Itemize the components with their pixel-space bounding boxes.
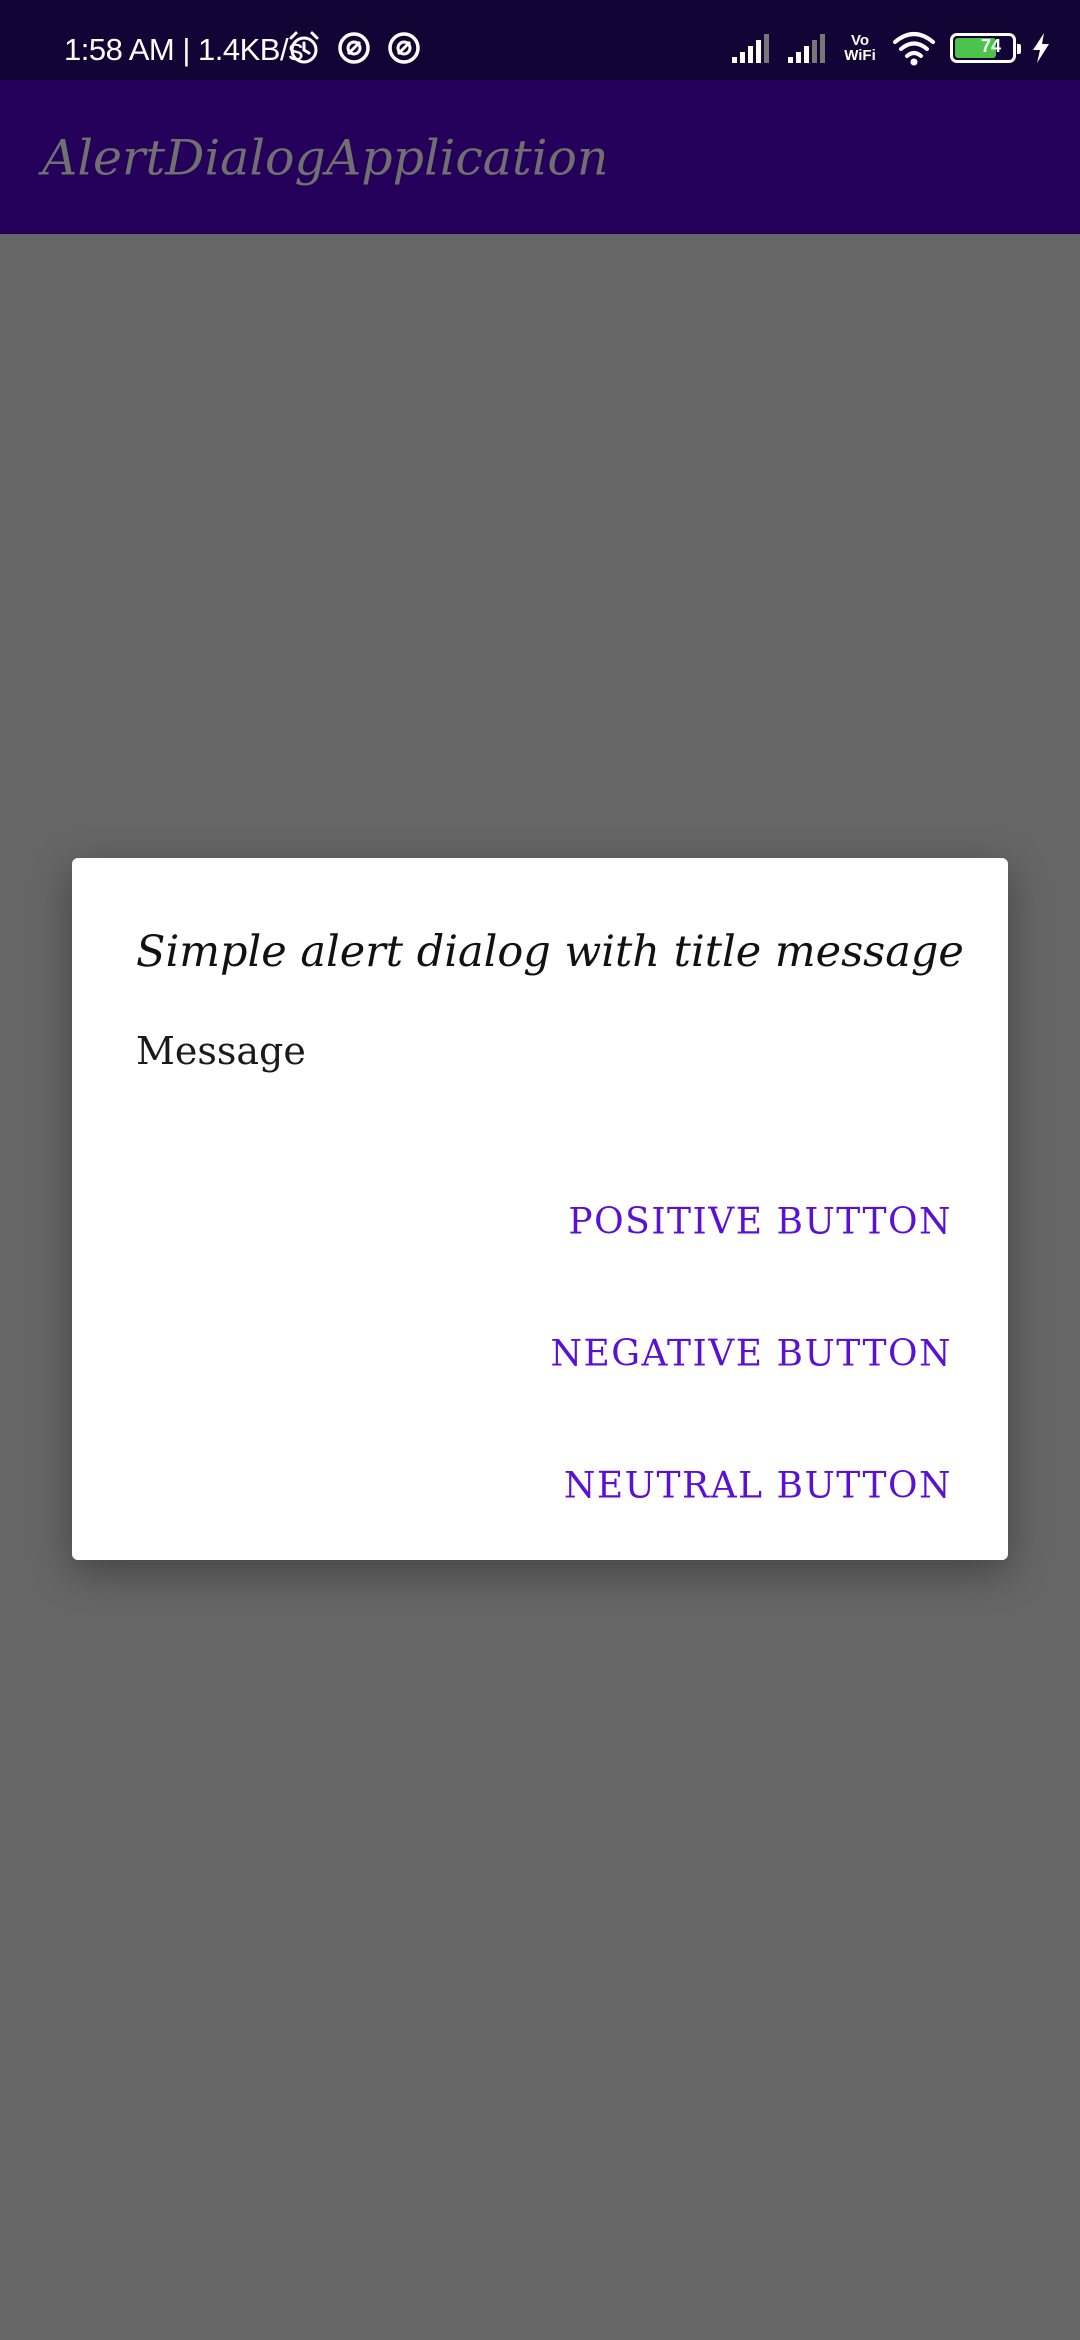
battery-icon: 74 [950,33,1021,63]
app-bar: AlertDialogApplication [0,80,1080,234]
alarm-icon [286,30,322,70]
dialog-title: Simple alert dialog with title message [136,927,964,977]
vpn-icon [386,30,422,70]
wifi-icon [892,30,936,66]
dialog-message: Message [136,1029,306,1073]
signal-icon [730,31,772,65]
status-bar: 1:58 AM | 1.4KB/s Vo WiFi 74 [0,0,1080,80]
status-time-speed: 1:58 AM | 1.4KB/s [64,32,304,67]
battery-level: 74 [980,36,1002,56]
neutral-button[interactable]: NEUTRAL BUTTON [564,1466,952,1507]
alert-dialog: Simple alert dialog with title message M… [72,858,1008,1560]
negative-button[interactable]: NEGATIVE BUTTON [550,1334,952,1375]
charging-icon [1030,32,1052,64]
vowifi-bottom-label: WiFi [844,47,876,64]
vpn-icon [336,30,372,70]
status-notification-icons [286,30,422,70]
status-system-icons: Vo WiFi 74 [730,28,1052,68]
signal-icon [786,31,828,65]
vowifi-icon: Vo WiFi [842,33,878,63]
vowifi-top-label: Vo [850,32,870,49]
app-title: AlertDialogApplication [42,129,609,187]
positive-button[interactable]: POSITIVE BUTTON [568,1202,952,1243]
